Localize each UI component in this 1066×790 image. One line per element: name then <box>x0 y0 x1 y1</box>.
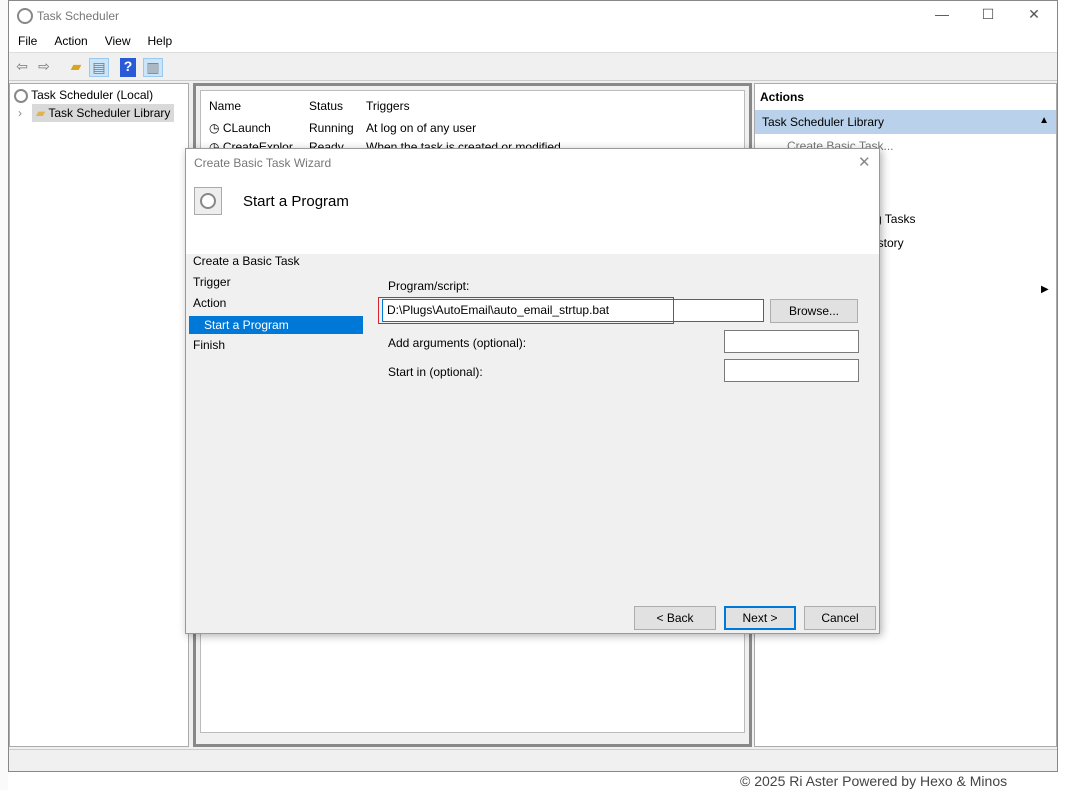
forward-arrow-icon[interactable]: ⇨ <box>34 58 54 77</box>
action-display-running-tasks[interactable]: g Tasks <box>875 212 915 226</box>
program-script-label: Program/script: <box>388 279 470 293</box>
next-button[interactable]: Next > <box>724 606 796 630</box>
back-button[interactable]: < Back <box>634 606 716 630</box>
dialog-title: Create Basic Task Wizard <box>194 156 332 170</box>
minimize-button[interactable]: — <box>919 6 965 26</box>
close-button[interactable]: ✕ <box>1011 6 1057 26</box>
wizard-heading: Start a Program <box>243 193 349 210</box>
folder-icon: ▰ <box>36 106 46 120</box>
maximize-button[interactable]: ☐ <box>965 6 1011 26</box>
menu-view[interactable]: View <box>96 31 139 48</box>
column-triggers[interactable]: Triggers <box>366 99 410 113</box>
show-hide-tree-icon[interactable]: ▤ <box>89 58 109 77</box>
menu-help[interactable]: Help <box>139 31 181 48</box>
show-hide-action-pane-icon[interactable]: ▥ <box>143 58 163 77</box>
step-create-basic-task: Create a Basic Task <box>193 254 300 268</box>
step-action: Action <box>193 296 227 310</box>
dialog-close-icon[interactable]: ✕ <box>858 153 871 171</box>
folder-up-icon[interactable]: ▰ <box>66 58 86 77</box>
create-basic-task-wizard: Create Basic Task Wizard ✕ Start a Progr… <box>185 148 880 634</box>
title-bar: Task Scheduler — ☐ ✕ <box>9 1 1057 31</box>
cancel-button[interactable]: Cancel <box>804 606 876 630</box>
row-status: Running <box>309 121 354 135</box>
status-bar <box>9 749 1057 771</box>
column-status[interactable]: Status <box>309 99 343 113</box>
menu-file[interactable]: File <box>9 31 45 48</box>
actions-section-header[interactable]: Task Scheduler Library ▲ <box>755 110 1056 134</box>
background-footer: © 2025 Ri Aster Powered by Hexo & Minos <box>740 773 1066 790</box>
column-name[interactable]: Name <box>209 99 241 113</box>
expand-chevron-icon[interactable]: › <box>18 106 22 120</box>
row-trigger: At log on of any user <box>366 121 477 135</box>
clock-icon <box>17 8 33 24</box>
step-trigger: Trigger <box>193 275 231 289</box>
add-arguments-label: Add arguments (optional): <box>388 336 527 350</box>
actions-header: Actions <box>760 90 805 104</box>
step-finish: Finish <box>193 338 226 352</box>
wizard-header: Create Basic Task Wizard ✕ Start a Progr… <box>186 149 879 254</box>
browse-button[interactable]: Browse... <box>770 299 858 323</box>
clock-icon <box>14 88 28 103</box>
collapse-arrow-icon: ▲ <box>1039 115 1049 126</box>
start-in-input[interactable] <box>724 359 859 382</box>
help-icon[interactable]: ? <box>120 58 136 77</box>
menu-bar: File Action View Help <box>9 31 1057 53</box>
table-row[interactable]: ◷ CLaunch <box>209 121 271 135</box>
window-title: Task Scheduler <box>37 9 120 23</box>
task-clock-icon <box>194 187 222 215</box>
submenu-arrow-icon[interactable]: ▶ <box>1041 284 1049 295</box>
background-left <box>0 0 8 790</box>
back-arrow-icon[interactable]: ⇦ <box>12 58 32 77</box>
step-start-a-program: Start a Program <box>189 316 363 334</box>
add-arguments-input[interactable] <box>724 330 859 353</box>
navigation-tree: Task Scheduler (Local) › ▰ Task Schedule… <box>9 83 189 747</box>
menu-action[interactable]: Action <box>45 31 95 48</box>
tree-item-root[interactable]: Task Scheduler (Local) <box>14 88 153 103</box>
toolbar: ⇦ ⇨ ▰ ▤ ? ▥ <box>9 54 1057 81</box>
tree-item-library[interactable]: ▰ Task Scheduler Library <box>32 104 175 122</box>
highlight-box <box>378 297 674 324</box>
start-in-label: Start in (optional): <box>388 365 483 379</box>
